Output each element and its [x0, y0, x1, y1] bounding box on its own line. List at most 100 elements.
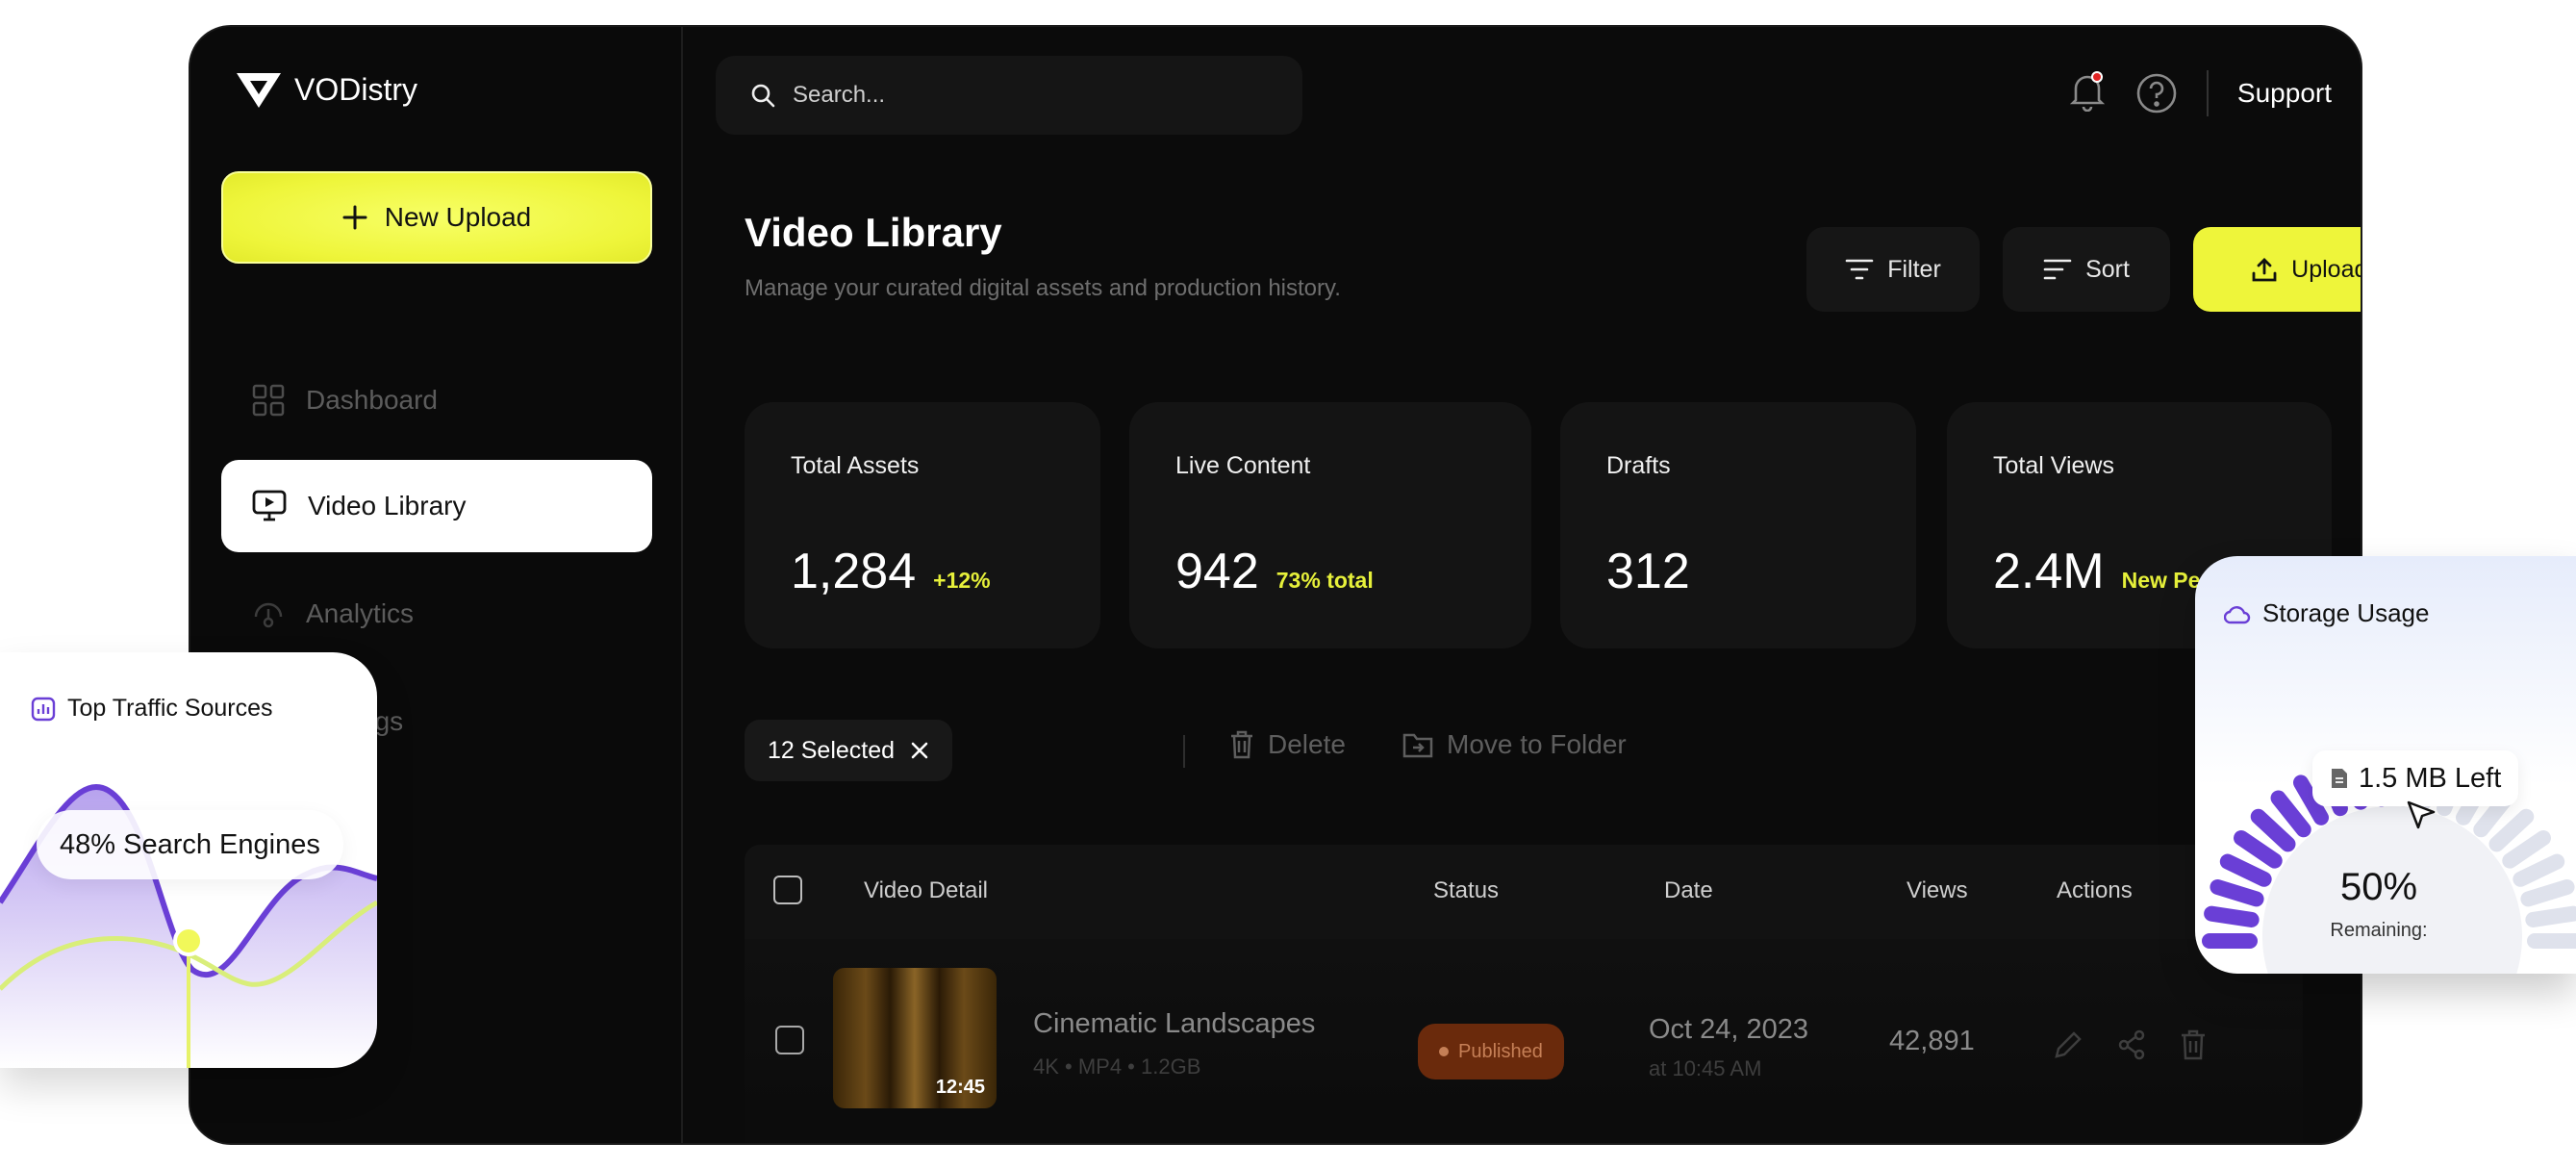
monitor-play-icon	[252, 490, 287, 521]
column-header-views[interactable]: Views	[1907, 877, 1968, 904]
traffic-sources-card: Top Traffic Sources 48% Search Engines	[0, 652, 377, 1068]
brand-logo[interactable]: VODistry	[235, 69, 417, 110]
stat-value-row: 1,284 +12%	[791, 543, 991, 600]
select-all-checkbox[interactable]	[773, 876, 802, 904]
stat-value-row: 942 73% total	[1175, 543, 1374, 600]
page-title: Video Library	[745, 210, 1002, 255]
document-icon	[2332, 769, 2347, 788]
gauge-tick	[2270, 790, 2311, 838]
trash-icon[interactable]	[2180, 1029, 2207, 1060]
table-header: Video Detail Status Date Views Actions	[745, 845, 2303, 939]
stat-value-row: 312	[1606, 543, 1690, 600]
upload-video-label: Upload Video	[2291, 255, 2362, 283]
gauge-tick	[2234, 829, 2283, 869]
sidebar-item-dashboard[interactable]: Dashboard	[221, 354, 652, 446]
filter-label: Filter	[1887, 255, 1941, 283]
stat-value: 2.4M	[1993, 544, 2105, 599]
storage-usage-card: Storage Usage 1.5 MB Left 50% Remaining:	[2195, 556, 2576, 974]
bulk-divider	[1183, 735, 1185, 768]
stat-value-row: 2.4M New Pe	[1993, 543, 2200, 600]
stat-value: 312	[1606, 544, 1690, 599]
trash-icon	[1231, 730, 1252, 759]
new-upload-label: New Upload	[384, 202, 532, 232]
status-dot	[1439, 1047, 1449, 1056]
stat-label: Total Assets	[791, 452, 920, 479]
help-icon[interactable]	[2135, 72, 2178, 114]
column-header-video-detail[interactable]: Video Detail	[864, 877, 988, 904]
column-header-date[interactable]: Date	[1664, 877, 1713, 904]
upload-video-button[interactable]: Upload Video	[2193, 227, 2362, 312]
gauge-tick	[2502, 829, 2551, 869]
brand-name: VODistry	[294, 71, 417, 107]
sidebar-item-label: Video Library	[308, 491, 467, 521]
stat-label: Drafts	[1606, 452, 1671, 479]
gauge-tick	[2525, 905, 2576, 927]
close-icon[interactable]	[910, 741, 929, 760]
sidebar-item-analytics[interactable]: Analytics	[221, 568, 652, 660]
stat-card-live-content: Live Content 942 73% total	[1129, 402, 1531, 648]
gauge-tick	[2250, 808, 2296, 852]
search-icon	[751, 84, 775, 108]
video-thumbnail[interactable]: 12:45	[833, 968, 997, 1108]
stat-value: 942	[1175, 544, 1259, 599]
cursor-icon	[2407, 800, 2436, 829]
edit-icon[interactable]	[2053, 1029, 2084, 1060]
column-header-status[interactable]: Status	[1433, 877, 1499, 904]
share-icon[interactable]	[2116, 1029, 2147, 1060]
video-date: Oct 24, 2023	[1649, 1014, 1809, 1045]
move-to-folder-label: Move to Folder	[1447, 729, 1627, 759]
stat-label: Total Views	[1993, 452, 2114, 479]
sidebar-item-video-library[interactable]: Video Library	[221, 460, 652, 552]
gauge-tick	[2204, 905, 2260, 927]
stat-delta: 73% total	[1275, 568, 1374, 593]
header-divider	[2206, 69, 2209, 116]
storage-percent: 50%	[2339, 866, 2418, 908]
upload-icon	[2252, 258, 2277, 282]
header-actions: Support	[2068, 69, 2332, 116]
row-checkbox[interactable]	[775, 1026, 804, 1054]
support-link[interactable]: Support	[2237, 78, 2332, 109]
notification-dot	[2090, 71, 2103, 83]
analytics-icon	[254, 602, 283, 628]
delete-label: Delete	[1268, 729, 1346, 759]
search-bar[interactable]	[716, 56, 1302, 135]
status-label: Published	[1458, 1040, 1543, 1062]
selected-count: 12 Selected	[768, 736, 896, 764]
page-subtitle: Manage your curated digital assets and p…	[745, 275, 1341, 301]
storage-left: 1.5 MB Left	[2359, 762, 2502, 794]
grid-icon	[252, 384, 285, 417]
plus-icon	[342, 205, 367, 230]
selected-count-chip: 12 Selected	[745, 720, 953, 781]
filter-button[interactable]: Filter	[1806, 227, 1980, 312]
app-window: VODistry New Upload Dashboard Video Libr…	[189, 25, 2362, 1145]
column-header-actions: Actions	[2057, 877, 2133, 903]
gauge-tick	[2488, 808, 2535, 852]
video-time: at 10:45 AM	[1649, 1056, 1762, 1080]
sort-button[interactable]: Sort	[2003, 227, 2170, 312]
filter-icon	[1845, 259, 1874, 280]
sort-icon	[2043, 259, 2072, 280]
search-input[interactable]	[793, 82, 1254, 109]
notifications-button[interactable]	[2068, 69, 2107, 116]
video-meta: 4K • MP4 • 1.2GB	[1033, 1054, 1201, 1079]
new-upload-button[interactable]: New Upload	[221, 171, 652, 264]
move-to-folder-button[interactable]: Move to Folder	[1402, 729, 1627, 760]
traffic-highlight-pill: 48% Search Engines	[37, 810, 343, 879]
storage-remaining-label: Remaining:	[2330, 920, 2428, 941]
folder-move-icon	[1402, 733, 1433, 758]
video-title[interactable]: Cinematic Landscapes	[1033, 1008, 1315, 1040]
logo-icon	[237, 73, 281, 108]
stat-value: 1,284	[791, 544, 917, 599]
stat-card-drafts: Drafts 312	[1560, 402, 1916, 648]
main-content: Support Video Library Manage your curate…	[683, 27, 2361, 1143]
sidebar-item-label: Dashboard	[306, 385, 438, 415]
status-badge: Published	[1418, 1024, 1564, 1079]
video-views: 42,891	[1889, 1026, 1975, 1056]
table-row[interactable]: 12:45 Cinematic Landscapes 4K • MP4 • 1.…	[745, 939, 2303, 1143]
video-duration: 12:45	[935, 1077, 985, 1098]
stat-delta: +12%	[933, 568, 991, 593]
stat-delta: New Pe	[2121, 568, 2201, 593]
video-table: Video Detail Status Date Views Actions 1…	[745, 845, 2303, 1143]
stat-label: Live Content	[1175, 452, 1311, 479]
delete-button[interactable]: Delete	[1229, 729, 1346, 760]
